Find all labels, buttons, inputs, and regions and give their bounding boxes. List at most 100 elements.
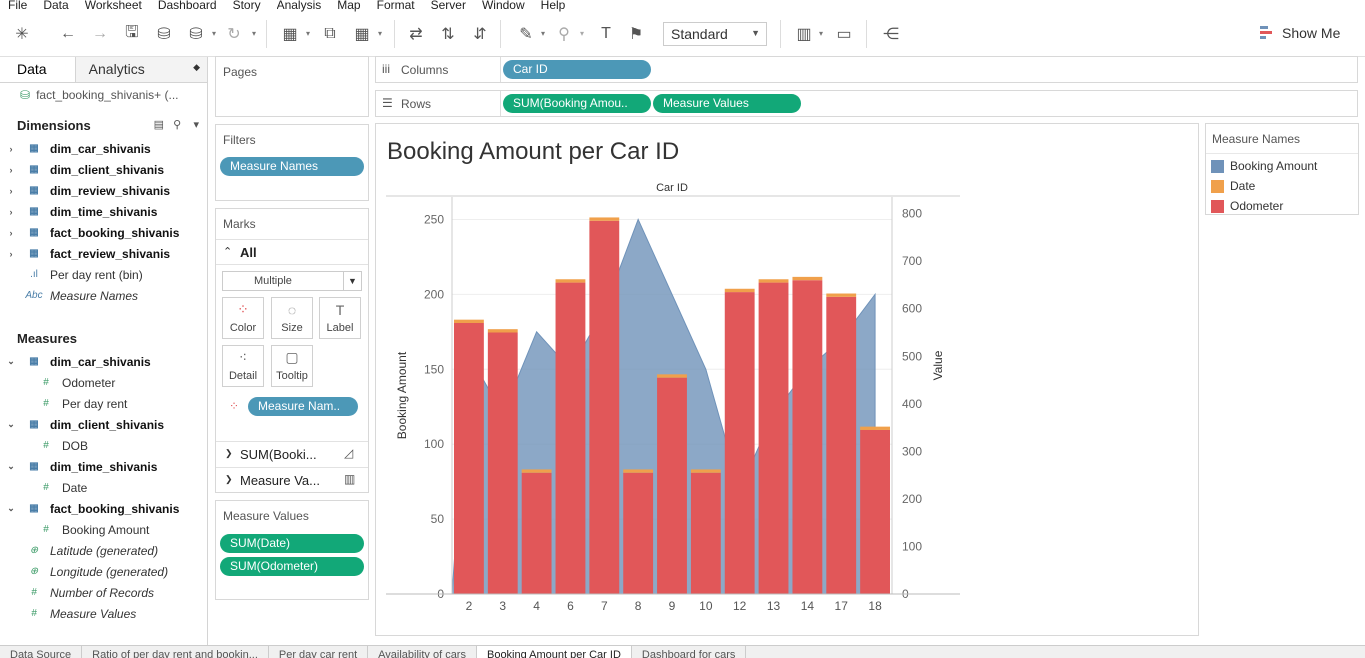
field-item[interactable]: # Odometer bbox=[0, 372, 207, 393]
bar-date[interactable] bbox=[860, 426, 890, 430]
refresh-icon[interactable]: ↻ bbox=[222, 22, 246, 46]
sheet-tab[interactable]: Ratio of per day rent and bookin... bbox=[82, 646, 269, 658]
menu-item-file[interactable]: File bbox=[8, 0, 27, 12]
menu-item-dashboard[interactable]: Dashboard bbox=[158, 0, 217, 12]
table-item[interactable]: ⌄ ▦ dim_time_shivanis bbox=[0, 456, 207, 477]
rows-shelf[interactable]: ☰ Rows SUM(Booking Amou.. Measure Values bbox=[375, 90, 1358, 117]
menu-item-analysis[interactable]: Analysis bbox=[277, 0, 322, 12]
tableau-logo-icon[interactable]: ✳ bbox=[10, 22, 34, 46]
detail-button[interactable]: ⁖ Detail bbox=[222, 345, 264, 387]
bar-date[interactable] bbox=[792, 276, 823, 281]
view-list-icon[interactable]: ▤ bbox=[154, 119, 164, 131]
expand-icon[interactable]: › bbox=[0, 165, 22, 175]
bar-odometer[interactable] bbox=[521, 472, 552, 594]
bar-odometer[interactable] bbox=[826, 296, 857, 594]
bar-date[interactable] bbox=[826, 293, 857, 297]
mv-pill-odometer[interactable]: SUM(Odometer) bbox=[220, 557, 364, 576]
field-item[interactable]: # Booking Amount bbox=[0, 519, 207, 540]
filters-card[interactable]: Filters Measure Names bbox=[215, 124, 369, 201]
expand-icon[interactable]: › bbox=[0, 228, 22, 238]
marks-sub-measure-values[interactable]: ❯ Measure Va... ▥ bbox=[216, 467, 368, 493]
menu-item-format[interactable]: Format bbox=[377, 0, 415, 12]
expand-icon[interactable]: ⌄ bbox=[0, 419, 22, 430]
sheet-tab[interactable]: Booking Amount per Car ID bbox=[476, 646, 632, 658]
undo-icon[interactable]: ← bbox=[56, 22, 80, 46]
chevron-down-icon[interactable]: ▾ bbox=[212, 29, 216, 38]
bar-odometer[interactable] bbox=[487, 332, 518, 594]
pause-updates-icon[interactable]: ⛁ bbox=[184, 22, 208, 46]
expand-icon[interactable]: ⌄ bbox=[0, 461, 22, 472]
bar-date[interactable] bbox=[657, 374, 687, 378]
expand-icon[interactable]: › bbox=[0, 186, 22, 196]
save-icon[interactable]: 🖫 bbox=[120, 22, 144, 46]
field-item[interactable]: # Measure Values bbox=[0, 603, 207, 624]
table-item[interactable]: › ▦ dim_review_shivanis bbox=[0, 180, 207, 201]
bar-odometer[interactable] bbox=[454, 322, 484, 594]
expand-icon[interactable]: › bbox=[0, 249, 22, 259]
field-item[interactable]: Abc Measure Names bbox=[0, 285, 207, 306]
bar-date[interactable] bbox=[690, 469, 721, 473]
rows-pill-measure-values[interactable]: Measure Values bbox=[653, 94, 801, 113]
bar-date[interactable] bbox=[623, 469, 654, 473]
field-item[interactable]: ⊕ Longitude (generated) bbox=[0, 561, 207, 582]
bar-odometer[interactable] bbox=[860, 429, 890, 594]
marks-all-row[interactable]: ⌃ All bbox=[216, 239, 368, 265]
bar-date[interactable] bbox=[724, 288, 755, 293]
sheet-tab[interactable]: Availability of cars bbox=[368, 646, 477, 658]
expand-icon[interactable]: › bbox=[0, 144, 22, 154]
label-button[interactable]: T Label bbox=[319, 297, 361, 339]
table-item[interactable]: ⌄ ▦ fact_booking_shivanis bbox=[0, 498, 207, 519]
marks-sub-booking[interactable]: ❯ SUM(Booki... ◿ bbox=[216, 441, 368, 467]
menu-item-story[interactable]: Story bbox=[233, 0, 261, 12]
columns-shelf[interactable]: iii Columns Car ID bbox=[375, 56, 1358, 83]
table-item[interactable]: › ▦ fact_booking_shivanis bbox=[0, 222, 207, 243]
field-item[interactable]: .ıl Per day rent (bin) bbox=[0, 264, 207, 285]
table-item[interactable]: ⌄ ▦ dim_client_shivanis bbox=[0, 414, 207, 435]
menu-item-worksheet[interactable]: Worksheet bbox=[85, 0, 142, 12]
search-icon[interactable]: ⚲ bbox=[173, 119, 181, 131]
bar-date[interactable] bbox=[555, 279, 586, 283]
highlight-icon[interactable]: ✎ bbox=[514, 22, 538, 46]
bar-odometer[interactable] bbox=[758, 282, 789, 594]
expand-icon[interactable]: ⌄ bbox=[0, 356, 22, 367]
measure-values-card[interactable]: Measure Values SUM(Date) SUM(Odometer) bbox=[215, 500, 369, 600]
pages-card[interactable]: Pages bbox=[215, 56, 369, 117]
sheet-tab[interactable]: Per day car rent bbox=[269, 646, 369, 658]
table-item[interactable]: › ▦ dim_client_shivanis bbox=[0, 159, 207, 180]
bar-date[interactable] bbox=[589, 217, 620, 221]
field-item[interactable]: # Date bbox=[0, 477, 207, 498]
table-item[interactable]: › ▦ dim_time_shivanis bbox=[0, 201, 207, 222]
field-item[interactable]: # Per day rent bbox=[0, 393, 207, 414]
show-cards-icon[interactable]: ▥ bbox=[792, 22, 816, 46]
duplicate-sheet-icon[interactable]: ⧉ bbox=[318, 22, 342, 46]
tab-analytics[interactable]: Analytics ◆ bbox=[75, 57, 207, 82]
share-icon[interactable]: ⋲ bbox=[879, 22, 903, 46]
show-mark-labels-icon[interactable]: T bbox=[594, 22, 618, 46]
field-item[interactable]: # DOB bbox=[0, 435, 207, 456]
chevron-down-icon[interactable]: ▾ bbox=[541, 29, 545, 38]
bar-odometer[interactable] bbox=[555, 282, 586, 594]
field-item[interactable]: # Number of Records bbox=[0, 582, 207, 603]
legend-item[interactable]: Booking Amount bbox=[1206, 156, 1358, 176]
columns-pill-car-id[interactable]: Car ID bbox=[503, 60, 651, 79]
fit-select[interactable]: Standard ▼ bbox=[663, 22, 767, 46]
field-item[interactable]: ⊕ Latitude (generated) bbox=[0, 540, 207, 561]
chevron-down-icon[interactable]: ▾ bbox=[306, 29, 310, 38]
mv-pill-date[interactable]: SUM(Date) bbox=[220, 534, 364, 553]
bar-date[interactable] bbox=[487, 329, 518, 333]
bar-date[interactable] bbox=[758, 279, 789, 283]
bar-odometer[interactable] bbox=[589, 220, 620, 594]
sort-descending-icon[interactable]: ⇵ bbox=[468, 22, 492, 46]
chevron-down-icon[interactable]: ▾ bbox=[193, 119, 199, 131]
show-me-button[interactable]: Show Me bbox=[1260, 25, 1340, 41]
new-worksheet-icon[interactable]: ▦ bbox=[278, 22, 302, 46]
table-item[interactable]: › ▦ fact_review_shivanis bbox=[0, 243, 207, 264]
group-members-icon[interactable]: ⚲ bbox=[552, 22, 576, 46]
sort-ascending-icon[interactable]: ⇅ bbox=[436, 22, 460, 46]
tooltip-button[interactable]: ▢ Tooltip bbox=[271, 345, 313, 387]
sheet-tab[interactable]: Data Source bbox=[0, 646, 83, 658]
bar-odometer[interactable] bbox=[724, 292, 755, 594]
clear-sheet-icon[interactable]: ▦ bbox=[350, 22, 374, 46]
legend-item[interactable]: Date bbox=[1206, 176, 1358, 196]
menu-item-data[interactable]: Data bbox=[43, 0, 68, 12]
